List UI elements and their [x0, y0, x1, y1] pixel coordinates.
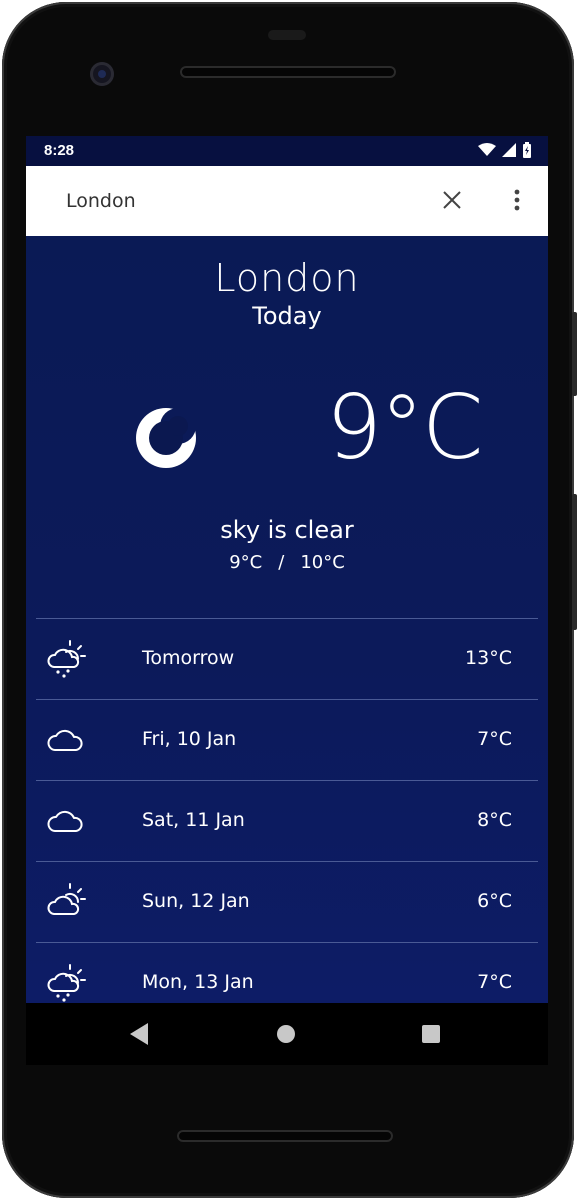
min-max-temperature: 9°C / 10°C	[26, 552, 548, 573]
weather-description: sky is clear	[220, 516, 354, 544]
moon-icon	[136, 408, 196, 468]
earpiece-sensor	[268, 30, 306, 40]
overflow-menu-button[interactable]	[504, 186, 530, 214]
forecast-date: Sat, 11 Jan	[142, 809, 245, 831]
search-bar	[26, 166, 548, 236]
top-speaker	[180, 66, 396, 78]
volume-button	[572, 494, 577, 630]
cloud-icon	[47, 729, 83, 751]
forecast-date: Sun, 12 Jan	[142, 890, 250, 912]
forecast-temp: 8°C	[477, 809, 512, 831]
sun-cloud-icon	[47, 883, 86, 915]
front-camera	[90, 62, 114, 86]
home-circle-icon[interactable]	[277, 1025, 295, 1043]
forecast-list: Tomorrow 13°C Fri, 10 Jan 7°C Sat, 11 Ja…	[36, 618, 538, 1003]
current-day: Today	[252, 302, 322, 330]
wifi-icon	[478, 143, 496, 156]
signal-icon	[502, 143, 516, 157]
forecast-temp: 6°C	[477, 890, 512, 912]
min-temperature: 9°C	[229, 552, 263, 573]
forecast-row[interactable]: Fri, 10 Jan 7°C	[36, 699, 538, 780]
temp-separator: /	[278, 552, 285, 573]
forecast-date: Fri, 10 Jan	[142, 728, 237, 750]
status-time: 8:28	[44, 142, 75, 159]
clear-search-button[interactable]	[438, 186, 466, 214]
search-input[interactable]	[66, 188, 406, 214]
forecast-row[interactable]: Sat, 11 Jan 8°C	[36, 780, 538, 861]
recent-square-icon[interactable]	[422, 1025, 440, 1043]
max-temperature: 10°C	[300, 552, 345, 573]
more-vert-icon	[514, 189, 520, 211]
screen: 8:28 London London Today 9°C sky is clea…	[26, 136, 548, 1003]
close-icon	[443, 191, 461, 209]
forecast-temp: 13°C	[465, 647, 512, 669]
forecast-temp: 7°C	[477, 728, 512, 750]
power-button	[572, 312, 577, 396]
forecast-row[interactable]: Sun, 12 Jan 6°C	[36, 861, 538, 942]
forecast-date: Mon, 13 Jan	[142, 971, 254, 993]
forecast-row[interactable]: Tomorrow 13°C	[36, 618, 538, 699]
status-bar: 8:28	[26, 136, 548, 166]
battery-charging-icon	[523, 142, 531, 158]
status-icons	[478, 142, 532, 158]
cloud-icon	[47, 810, 83, 832]
back-triangle-icon[interactable]	[130, 1023, 148, 1045]
bottom-speaker	[177, 1130, 393, 1142]
sun-cloud-rain-icon	[47, 640, 86, 678]
forecast-temp: 7°C	[477, 971, 512, 993]
sun-cloud-rain-icon	[47, 964, 86, 1002]
forecast-date: Tomorrow	[142, 647, 235, 669]
forecast-row[interactable]: Mon, 13 Jan 7°C	[36, 942, 538, 1003]
city-name: London	[214, 256, 360, 300]
navigation-bar	[26, 1003, 548, 1065]
current-temperature: 9°C	[326, 376, 483, 479]
